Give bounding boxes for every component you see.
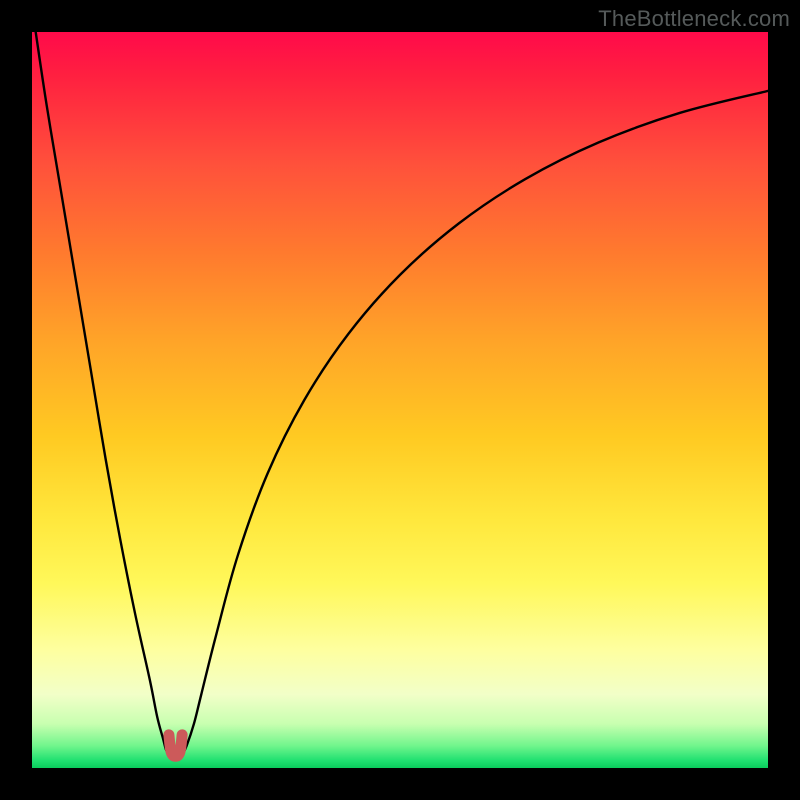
optimal-marker [32,32,768,768]
marker-u-shape [169,735,182,756]
chart-frame: TheBottleneck.com [0,0,800,800]
watermark-text: TheBottleneck.com [598,6,790,32]
plot-area [32,32,768,768]
